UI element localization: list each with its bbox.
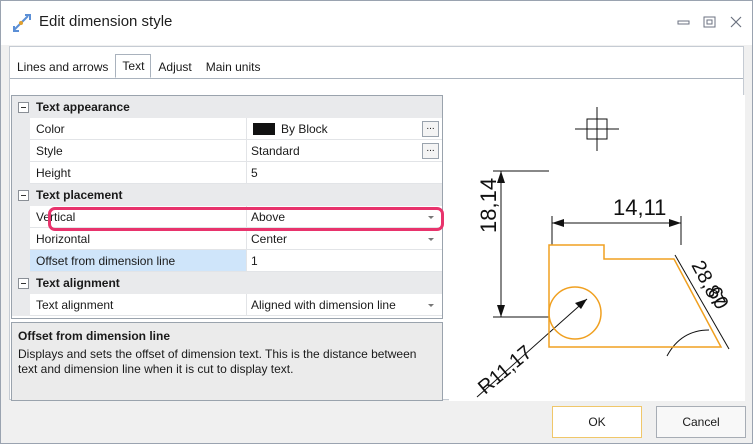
collapse-icon[interactable]	[18, 189, 29, 201]
property-row-text-alignment[interactable]: Text alignment Aligned with dimension li…	[12, 294, 442, 316]
row-gutter	[12, 162, 30, 184]
color-value[interactable]: By Block ...	[246, 118, 442, 140]
style-value-text: Standard	[251, 144, 300, 158]
tab-divider	[10, 78, 743, 79]
tab-text[interactable]: Text	[115, 54, 152, 78]
window-controls	[676, 15, 744, 29]
property-name: Height	[30, 162, 246, 184]
dimension-preview: 18,14 14,11 R11,17 28,87 60	[449, 95, 745, 401]
text-alignment-dropdown[interactable]: Aligned with dimension line	[246, 294, 442, 316]
property-name: Horizontal	[30, 228, 246, 250]
vertical-dropdown[interactable]: Above	[246, 206, 442, 228]
minimize-icon[interactable]	[676, 15, 692, 29]
chevron-down-icon[interactable]	[428, 304, 434, 307]
tab-bar: Lines and arrows Text Adjust Main units	[10, 54, 268, 78]
property-row-height[interactable]: Height 5	[12, 162, 442, 184]
chevron-down-icon[interactable]	[428, 238, 434, 241]
property-row-style[interactable]: Style Standard ...	[12, 140, 442, 162]
row-gutter	[12, 206, 30, 228]
collapse-icon[interactable]	[18, 277, 29, 289]
row-gutter	[12, 140, 30, 162]
horizontal-dropdown[interactable]: Center	[246, 228, 442, 250]
collapse-icon[interactable]	[18, 101, 29, 113]
dim-radius-label: R11,17	[474, 341, 536, 398]
text-alignment-value: Aligned with dimension line	[251, 298, 396, 312]
property-row-vertical[interactable]: Vertical Above	[12, 206, 442, 228]
preview-drawing: 18,14 14,11 R11,17 28,87 60	[474, 107, 732, 399]
title-bar: Edit dimension style	[1, 1, 752, 45]
tab-adjust[interactable]: Adjust	[151, 56, 198, 78]
property-name: Vertical	[30, 206, 246, 228]
color-ellipsis-button[interactable]: ...	[422, 121, 439, 137]
tab-lines-and-arrows[interactable]: Lines and arrows	[10, 56, 115, 78]
row-gutter	[12, 228, 30, 250]
cancel-button[interactable]: Cancel	[656, 406, 746, 438]
row-gutter	[12, 250, 30, 272]
color-swatch	[253, 123, 275, 135]
property-name: Style	[30, 140, 246, 162]
category-text-placement[interactable]: Text placement	[12, 184, 442, 206]
horizontal-value: Center	[251, 232, 288, 246]
category-label: Text placement	[36, 188, 123, 202]
row-gutter	[12, 294, 30, 316]
category-label: Text appearance	[36, 100, 130, 114]
property-grid: Text appearance Color By Block ... Style…	[11, 95, 443, 319]
category-label: Text alignment	[36, 276, 120, 290]
height-value[interactable]: 5	[246, 162, 442, 184]
color-value-text: By Block	[281, 122, 328, 136]
style-ellipsis-button[interactable]: ...	[422, 143, 439, 159]
close-icon[interactable]	[728, 15, 744, 29]
dim-horizontal-label: 14,11	[613, 195, 666, 220]
tab-main-units[interactable]: Main units	[199, 56, 268, 78]
chevron-down-icon[interactable]	[428, 216, 434, 219]
dim-vertical-label: 18,14	[476, 178, 501, 233]
ok-button[interactable]: OK	[552, 406, 642, 438]
dimension-style-icon	[13, 14, 31, 32]
property-name: Text alignment	[30, 294, 246, 316]
offset-value[interactable]: 1	[246, 250, 442, 272]
style-value[interactable]: Standard ...	[246, 140, 442, 162]
row-gutter	[12, 118, 30, 140]
property-row-color[interactable]: Color By Block ...	[12, 118, 442, 140]
maximize-icon[interactable]	[702, 15, 718, 29]
window-title: Edit dimension style	[39, 13, 173, 30]
vertical-value: Above	[251, 210, 286, 224]
description-panel: Offset from dimension line Displays and …	[11, 322, 443, 401]
property-name-selected: Offset from dimension line	[30, 250, 246, 272]
property-row-horizontal[interactable]: Horizontal Center	[12, 228, 442, 250]
category-text-alignment[interactable]: Text alignment	[12, 272, 442, 294]
description-text: Displays and sets the offset of dimensio…	[18, 347, 417, 376]
description-title: Offset from dimension line	[18, 329, 171, 343]
property-row-offset[interactable]: Offset from dimension line 1	[12, 250, 442, 272]
dialog-window: Edit dimension style Lines and arrows Te…	[0, 0, 753, 444]
dialog-content: Lines and arrows Text Adjust Main units …	[9, 46, 745, 401]
property-name: Color	[30, 118, 246, 140]
category-text-appearance[interactable]: Text appearance	[12, 96, 442, 118]
